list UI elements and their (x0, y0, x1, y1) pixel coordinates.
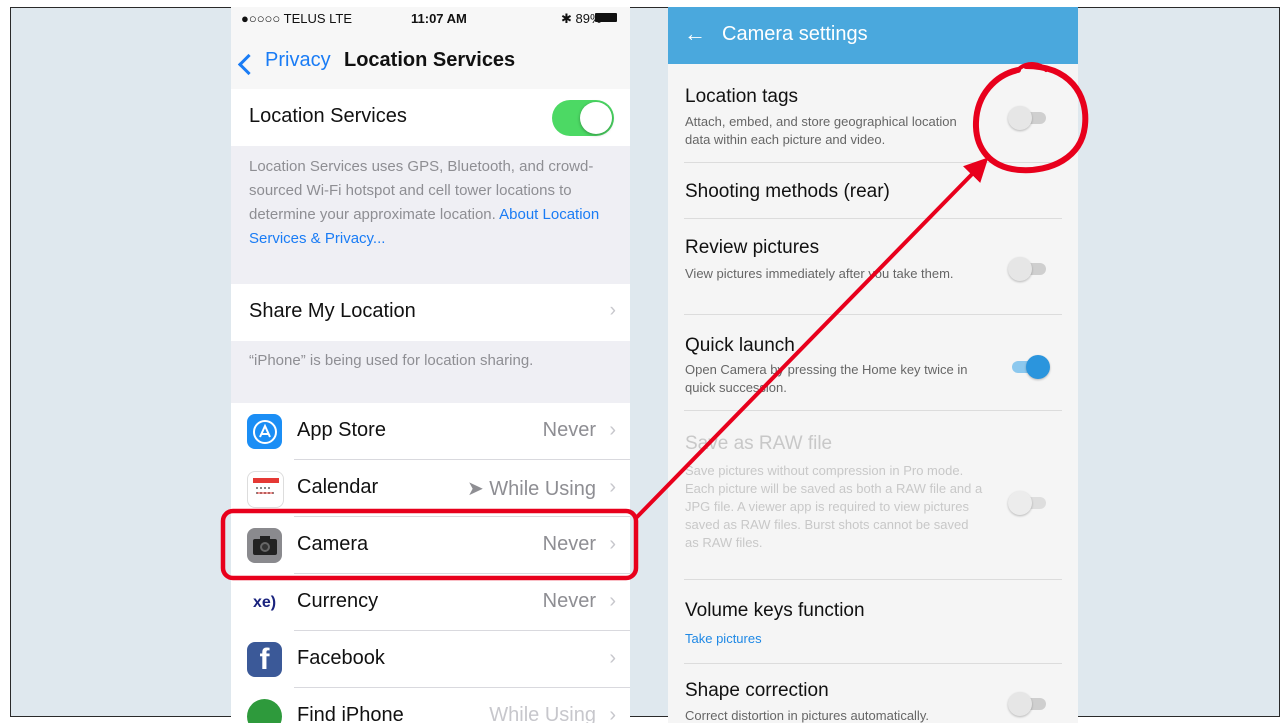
carrier-label: ●○○○○ TELUS LTE (241, 11, 353, 26)
currency-icon: xe) (247, 585, 282, 620)
setting-subtitle: View pictures immediately after you take… (685, 266, 954, 281)
setting-shape-correction[interactable]: Shape correction Correct distortion in p… (668, 664, 1078, 723)
app-row-facebook[interactable]: f Facebook › (231, 631, 630, 688)
ios-location-services-screen: ●○○○○ TELUS LTE 11:07 AM ✱ 89% Privacy L… (231, 7, 630, 723)
app-permission-value: Never (542, 533, 596, 555)
setting-quick-launch[interactable]: Quick launch Open Camera by pressing the… (668, 315, 1078, 411)
share-my-location-row[interactable]: Share My Location › (231, 284, 630, 341)
setting-title: Review pictures (685, 237, 820, 258)
setting-subtitle: Correct distortion in pictures automatic… (685, 708, 929, 723)
back-chevron-icon[interactable] (237, 53, 260, 76)
app-permission-value: ➤ While Using (466, 478, 596, 500)
app-permission-value: Never (542, 419, 596, 441)
app-row-find-iphone[interactable]: Find iPhone While Using › (231, 688, 630, 723)
location-tags-switch[interactable] (1008, 106, 1048, 130)
app-name: Find iPhone (297, 704, 404, 723)
quick-launch-switch[interactable] (1008, 355, 1050, 379)
facebook-icon: f (247, 642, 282, 677)
currency-icon-glyph: xe) (252, 593, 277, 611)
setting-title: Location tags (685, 86, 799, 107)
camera-settings-title: Camera settings (722, 23, 868, 45)
camera-settings-header: ← Camera settings (668, 7, 1078, 64)
save-as-raw-switch (1008, 491, 1048, 515)
app-name: App Store (297, 419, 386, 441)
camera-icon (247, 528, 282, 563)
app-store-icon (247, 414, 282, 449)
setting-title: Shape correction (685, 680, 829, 701)
setting-title: Save as RAW file (685, 433, 833, 454)
app-name: Camera (297, 533, 369, 555)
chevron-right-icon: › (609, 419, 616, 441)
setting-location-tags[interactable]: Location tags Attach, embed, and store g… (668, 64, 1078, 163)
setting-title: Volume keys function (685, 600, 865, 621)
setting-review-pictures[interactable]: Review pictures View pictures immediatel… (668, 219, 1078, 315)
app-row-app-store[interactable]: App Store Never › (231, 403, 630, 460)
setting-save-as-raw: Save as RAW file Save pictures without c… (668, 411, 1078, 580)
chevron-right-icon: › (609, 300, 616, 321)
app-row-camera[interactable]: Camera Never › (231, 517, 630, 574)
app-permission-value: Never (542, 590, 596, 612)
app-permission-value: While Using (489, 704, 596, 723)
toggle-knob (580, 102, 612, 134)
clock-label: 11:07 AM (411, 11, 467, 26)
chevron-right-icon: › (609, 533, 616, 555)
chevron-right-icon: › (609, 590, 616, 612)
location-services-label: Location Services (249, 105, 407, 127)
setting-shooting-methods[interactable]: Shooting methods (rear) (668, 163, 1078, 219)
setting-volume-keys-function[interactable]: Volume keys function Take pictures (668, 580, 1078, 664)
setting-subtitle: Take pictures (685, 631, 762, 646)
chevron-right-icon: › (609, 704, 616, 723)
share-my-location-label: Share My Location (249, 300, 416, 322)
back-arrow-icon[interactable]: ← (684, 21, 706, 47)
location-services-toggle[interactable] (552, 100, 614, 136)
app-name: Facebook (297, 647, 385, 669)
setting-subtitle: Save pictures without compression in Pro… (685, 463, 983, 550)
page-title: Location Services (344, 49, 516, 71)
find-iphone-icon (247, 699, 282, 723)
setting-subtitle: Attach, embed, and store geographical lo… (685, 114, 957, 147)
facebook-icon-glyph: f (259, 642, 270, 676)
app-name: Calendar (297, 476, 379, 498)
chevron-right-icon: › (609, 476, 616, 498)
setting-title: Shooting methods (rear) (685, 181, 890, 202)
shape-correction-switch[interactable] (1008, 692, 1048, 716)
android-camera-settings-screen: ← Camera settings Location tags Attach, … (668, 7, 1078, 723)
slide-frame (10, 7, 1280, 717)
ios-status-bar: ●○○○○ TELUS LTE 11:07 AM ✱ 89% (231, 7, 630, 29)
back-button[interactable]: Privacy (265, 49, 331, 72)
share-location-footer: “iPhone” is being used for location shar… (249, 352, 534, 369)
calendar-icon (247, 471, 284, 508)
battery-icon (595, 13, 617, 22)
app-name: Currency (297, 590, 379, 612)
app-row-calendar[interactable]: Calendar ➤ While Using › (231, 460, 630, 517)
ios-navigation-bar: Privacy Location Services (231, 29, 630, 90)
setting-title: Quick launch (685, 335, 795, 356)
location-services-description: Location Services uses GPS, Bluetooth, a… (249, 155, 619, 251)
app-row-currency[interactable]: xe) Currency Never › (231, 574, 630, 631)
setting-subtitle: Open Camera by pressing the Home key twi… (685, 362, 968, 395)
chevron-right-icon: › (609, 647, 616, 669)
review-pictures-switch[interactable] (1008, 257, 1048, 281)
location-services-row[interactable]: Location Services (231, 89, 630, 146)
